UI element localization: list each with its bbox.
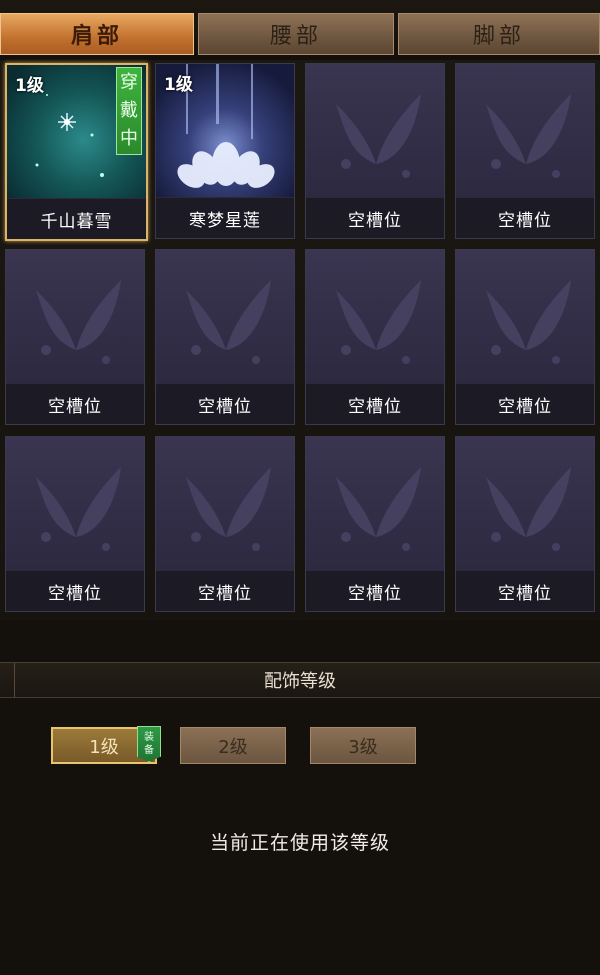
tab-shoulder[interactable]: 肩部	[0, 13, 194, 55]
slot-name: 空槽位	[306, 383, 444, 424]
butterfly-icon	[6, 250, 144, 386]
butterfly-icon	[156, 250, 294, 386]
empty-slot[interactable]: 空槽位	[305, 63, 445, 239]
slot-name: 千山暮雪	[7, 198, 146, 239]
empty-slot[interactable]: 空槽位	[155, 436, 295, 612]
butterfly-icon	[456, 64, 594, 200]
empty-slot[interactable]: 空槽位	[455, 436, 595, 612]
slot-name: 空槽位	[456, 383, 594, 424]
wearing-badge: 穿戴中	[116, 67, 142, 155]
butterfly-icon	[456, 250, 594, 386]
slot-qianshan-muxue[interactable]: 1级 穿戴中 千山暮雪	[5, 63, 148, 241]
level-2-button[interactable]: 2级	[180, 727, 286, 764]
butterfly-icon	[306, 64, 444, 200]
empty-slot[interactable]: 空槽位	[305, 436, 445, 612]
butterfly-icon	[306, 437, 444, 573]
slot-name: 空槽位	[6, 570, 144, 611]
butterfly-icon	[306, 250, 444, 386]
level-3-button[interactable]: 3级	[310, 727, 416, 764]
butterfly-icon	[6, 437, 144, 573]
slot-name: 空槽位	[6, 383, 144, 424]
accessory-slot-grid: 1级 穿戴中 千山暮雪 1级 寒梦星莲 空槽位 空槽位 空槽位 空槽位 空槽位 …	[0, 60, 600, 620]
tab-waist[interactable]: 腰部	[198, 13, 394, 55]
butterfly-icon	[156, 437, 294, 573]
level-status-text: 当前正在使用该等级	[209, 832, 390, 854]
empty-slot[interactable]: 空槽位	[455, 63, 595, 239]
slot-name: 空槽位	[156, 383, 294, 424]
empty-slot[interactable]: 空槽位	[455, 249, 595, 425]
slot-name: 空槽位	[306, 197, 444, 238]
butterfly-icon	[456, 437, 594, 573]
tab-feet[interactable]: 脚部	[398, 13, 600, 55]
slot-name: 寒梦星莲	[156, 197, 294, 238]
empty-slot[interactable]: 空槽位	[5, 249, 145, 425]
slot-level: 1级	[164, 75, 193, 95]
slot-name: 空槽位	[456, 570, 594, 611]
slot-name: 空槽位	[456, 197, 594, 238]
slot-level: 1级	[15, 76, 44, 96]
slot-name: 空槽位	[156, 570, 294, 611]
slot-hanmeng-xinglian[interactable]: 1级 寒梦星莲	[155, 63, 295, 239]
accessory-level-header: 配饰等级	[0, 662, 600, 698]
empty-slot[interactable]: 空槽位	[155, 249, 295, 425]
empty-slot[interactable]: 空槽位	[305, 249, 445, 425]
equipped-badge: 装备	[137, 726, 161, 762]
slot-name: 空槽位	[306, 570, 444, 611]
empty-slot[interactable]: 空槽位	[5, 436, 145, 612]
section-title: 配饰等级	[264, 671, 336, 692]
part-tab-bar: 肩部 腰部 脚部	[0, 0, 600, 61]
